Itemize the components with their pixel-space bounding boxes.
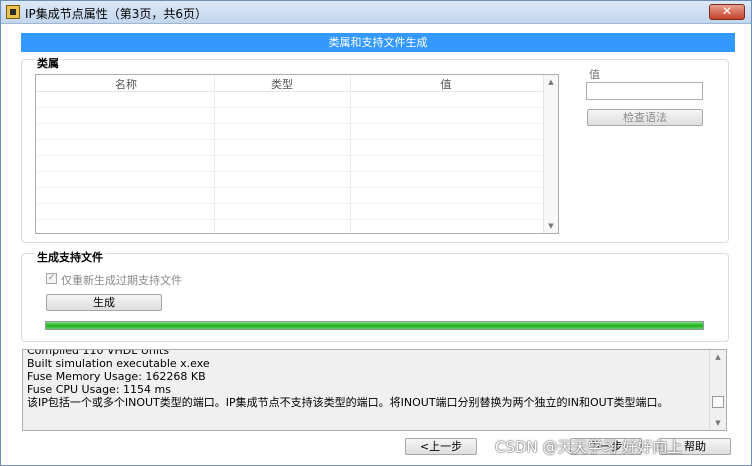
csdn-watermark: CSDN @天天学习 好好向上 [495, 438, 683, 456]
build-log-textbox[interactable]: Compiled 110 VHDL Units Built simulation… [22, 349, 727, 431]
scroll-down-icon[interactable]: ▼ [710, 419, 726, 427]
log-content: Compiled 110 VHDL Units Built simulation… [27, 349, 713, 409]
table-row-divider [36, 155, 545, 156]
log-line: Fuse Memory Usage: 162268 KB [27, 370, 206, 383]
support-files-group-label: 生成支持文件 [35, 249, 105, 265]
log-line: Built simulation executable x.exe [27, 357, 210, 370]
regenerate-outdated-checkbox[interactable]: ✓ [46, 273, 57, 284]
log-line: Fuse CPU Usage: 1154 ms [27, 383, 171, 396]
dialog-window: IP集成节点属性（第3页，共6页） ✕ 类属和支持文件生成 类属 名称 类型 值 [0, 0, 752, 466]
generics-group-label: 类属 [35, 55, 61, 71]
column-divider [214, 75, 215, 233]
generics-table[interactable]: 名称 类型 值 ▲ ▼ [35, 74, 559, 234]
generate-button[interactable]: 生成 [46, 294, 162, 311]
previous-button[interactable]: <上一步 [405, 438, 477, 455]
table-row-divider [36, 139, 545, 140]
generics-table-header: 名称 类型 值 [36, 75, 545, 92]
scroll-grip-icon[interactable] [712, 396, 724, 408]
scroll-up-icon[interactable]: ▲ [710, 353, 726, 361]
scroll-down-icon[interactable]: ▼ [544, 222, 558, 230]
regenerate-outdated-label[interactable]: 仅重新生成过期支持文件 [61, 272, 182, 288]
value-input[interactable] [586, 82, 703, 100]
scroll-up-icon[interactable]: ▲ [544, 78, 558, 86]
progress-fill [46, 322, 703, 329]
log-line: Compiled 110 VHDL Units [27, 349, 169, 357]
page-banner: 类属和支持文件生成 [21, 33, 735, 52]
column-divider [350, 75, 351, 233]
table-row-divider [36, 171, 545, 172]
table-row-divider [36, 203, 545, 204]
title-bar[interactable]: IP集成节点属性（第3页，共6页） ✕ [1, 1, 751, 24]
log-warning-message: 该IP包括一个或多个INOUT类型的端口。IP集成节点不支持该类型的端口。将IN… [27, 396, 669, 409]
table-vertical-scrollbar[interactable]: ▲ ▼ [543, 75, 558, 233]
column-header-value[interactable]: 值 [416, 76, 476, 92]
window-title: IP集成节点属性（第3页，共6页） [25, 7, 208, 21]
table-row-divider [36, 107, 545, 108]
table-row-divider [36, 123, 545, 124]
close-button[interactable]: ✕ [709, 4, 745, 20]
generation-progress-bar [45, 321, 704, 330]
labview-app-icon [6, 5, 20, 19]
table-row-divider [36, 219, 545, 220]
column-header-name[interactable]: 名称 [96, 76, 156, 92]
check-syntax-button[interactable]: 检查语法 [587, 109, 703, 126]
log-vertical-scrollbar[interactable]: ▲ ▼ [709, 350, 726, 430]
dialog-client-area: 类属和支持文件生成 类属 名称 类型 值 ▲ ▼ 值 检查语法 生成支持文件 ✓… [1, 24, 751, 465]
table-row-divider [36, 187, 545, 188]
value-label: 值 [589, 68, 600, 81]
column-header-type[interactable]: 类型 [249, 76, 315, 92]
